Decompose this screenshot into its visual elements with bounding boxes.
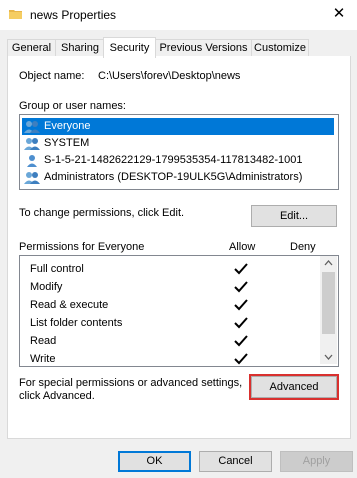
- advanced-hint-line2: click Advanced.: [19, 390, 95, 402]
- permissions-list[interactable]: Full control Modify Read & execute List …: [19, 255, 339, 367]
- tab-customize[interactable]: Customize: [251, 39, 309, 57]
- list-item-sid-user[interactable]: S-1-5-21-1482622129-1799535354-117813482…: [22, 152, 334, 169]
- list-item-label: Administrators (DESKTOP-19ULK5G\Administ…: [44, 171, 303, 183]
- users-group-icon: [24, 138, 40, 150]
- permission-row: Full control: [20, 260, 320, 278]
- permission-name: Full control: [30, 263, 84, 275]
- permission-row: List folder contents: [20, 314, 320, 332]
- ok-button[interactable]: OK: [118, 451, 191, 472]
- permission-name: Read: [30, 335, 57, 347]
- tab-security[interactable]: Security: [103, 37, 156, 58]
- cancel-button[interactable]: Cancel: [199, 451, 272, 472]
- permission-row: Write: [20, 350, 320, 366]
- edit-hint: To change permissions, click Edit.: [19, 207, 185, 219]
- list-item-administrators[interactable]: Administrators (DESKTOP-19ULK5G\Administ…: [22, 169, 334, 186]
- check-icon: [234, 317, 248, 329]
- apply-button[interactable]: Apply: [280, 451, 353, 472]
- edit-button[interactable]: Edit...: [251, 205, 337, 227]
- title-bar: news Properties ✕: [0, 0, 357, 30]
- check-icon: [234, 299, 248, 311]
- user-icon: [27, 155, 37, 167]
- scrollbar-thumb[interactable]: [322, 272, 335, 334]
- deny-column-header: Deny: [290, 241, 316, 253]
- list-item-everyone[interactable]: Everyone: [22, 118, 334, 135]
- close-icon[interactable]: ✕: [330, 5, 348, 23]
- tab-sharing[interactable]: Sharing: [55, 39, 105, 57]
- scroll-up-arrow-icon[interactable]: [324, 260, 333, 266]
- object-name-label: Object name:: [19, 70, 85, 82]
- permissions-scrollbar[interactable]: [320, 256, 337, 364]
- object-name-value: C:\Users\forev\Desktop\news: [98, 70, 241, 82]
- allow-column-header: Allow: [229, 241, 256, 253]
- check-icon: [234, 281, 248, 293]
- permission-row: Read & execute: [20, 296, 320, 314]
- users-group-icon: [24, 172, 40, 184]
- group-user-listbox[interactable]: Everyone SYSTEM S-1-5-21-1482622129-1799…: [19, 114, 339, 190]
- list-item-label: SYSTEM: [44, 137, 90, 149]
- permission-name: List folder contents: [30, 317, 123, 329]
- users-group-icon: [24, 121, 40, 133]
- group-user-names-label: Group or user names:: [19, 100, 126, 112]
- list-item-label: S-1-5-21-1482622129-1799535354-117813482…: [44, 154, 303, 166]
- list-item-label: Everyone: [44, 120, 91, 132]
- list-item-system[interactable]: SYSTEM: [22, 135, 334, 152]
- check-icon: [234, 353, 248, 365]
- permission-row: Read: [20, 332, 320, 350]
- permission-name: Read & execute: [30, 299, 109, 311]
- scroll-down-arrow-icon[interactable]: [324, 354, 333, 360]
- advanced-button[interactable]: Advanced: [249, 374, 339, 400]
- advanced-hint-line1: For special permissions or advanced sett…: [19, 377, 243, 389]
- check-icon: [234, 335, 248, 347]
- permissions-label: Permissions for Everyone: [19, 241, 145, 253]
- tab-previous-versions[interactable]: Previous Versions: [155, 39, 252, 57]
- permission-row: Modify: [20, 278, 320, 296]
- folder-icon: [9, 10, 22, 19]
- window-title: news Properties: [30, 8, 117, 22]
- tab-general[interactable]: General: [7, 39, 56, 57]
- check-icon: [234, 263, 248, 275]
- permission-name: Modify: [30, 281, 63, 293]
- permission-name: Write: [30, 353, 56, 365]
